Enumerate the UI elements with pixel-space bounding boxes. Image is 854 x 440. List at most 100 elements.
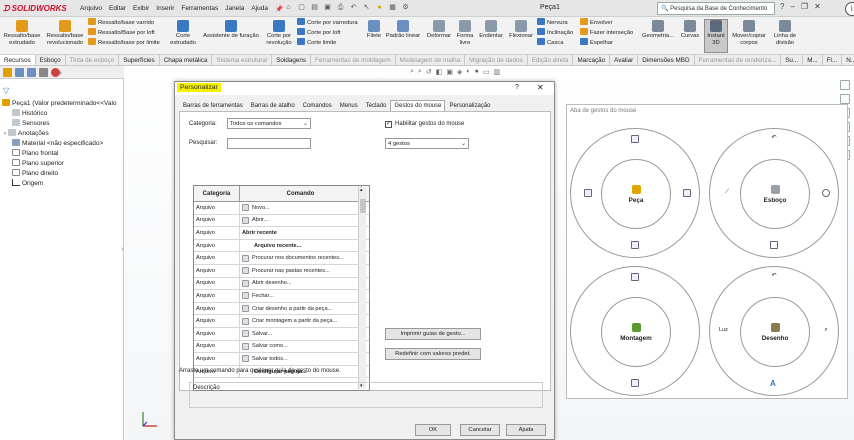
- move-copy-bodies-button[interactable]: Mover/copiar corpos: [729, 20, 769, 47]
- rebuild-icon[interactable]: ●: [375, 3, 384, 12]
- menu-janela[interactable]: Janela: [225, 5, 244, 12]
- tab-10[interactable]: Edição direta: [528, 55, 574, 65]
- restore-icon[interactable]: ❐: [801, 2, 808, 16]
- shell-button[interactable]: Casca: [537, 38, 573, 48]
- linear-pattern-button[interactable]: Padrão linear: [385, 20, 421, 40]
- menu-arquivo[interactable]: Arquivo: [80, 5, 102, 12]
- tab-6[interactable]: Soldagens: [272, 55, 311, 65]
- appearance-icon[interactable]: ●: [475, 68, 479, 76]
- section-view-icon[interactable]: ◧: [436, 68, 443, 76]
- row-command[interactable]: Salvar como...: [240, 340, 362, 353]
- row-command[interactable]: Procurar nos documentos recentes...: [240, 252, 362, 264]
- task-pane-home-icon[interactable]: [840, 80, 850, 90]
- split-line-button[interactable]: Linha de divisão: [770, 20, 800, 47]
- options-icon[interactable]: ⚙: [401, 3, 410, 12]
- hide-show-icon[interactable]: ◐: [466, 68, 470, 76]
- table-scrollbar[interactable]: ▴ ▾: [358, 187, 366, 389]
- revolve-boss-button[interactable]: Ressalto/base revolucionado: [44, 20, 86, 47]
- help-icon[interactable]: ?: [780, 2, 784, 16]
- extrude-boss-button[interactable]: Ressalto/base extrudado: [2, 20, 42, 47]
- tab-2[interactable]: Tinta de esboço: [66, 55, 120, 65]
- table-row[interactable]: Arquivo Abrir recente: [194, 227, 369, 240]
- pin-icon[interactable]: 📌: [275, 5, 283, 13]
- rectangle-icon[interactable]: [770, 241, 778, 249]
- tab-17[interactable]: Fl...: [823, 55, 843, 65]
- line-icon[interactable]: ⟋: [723, 189, 731, 197]
- ok-button[interactable]: OK: [415, 424, 451, 436]
- boundary-boss-button[interactable]: Ressalto/base por limite: [88, 38, 160, 48]
- cancel-button[interactable]: Cancelar: [460, 424, 500, 436]
- tree-item-annotations[interactable]: › Anotações: [4, 129, 49, 137]
- gesture-bottom-icon[interactable]: [631, 241, 639, 249]
- scroll-up-icon[interactable]: ▴: [360, 187, 363, 193]
- task-pane-resources-icon[interactable]: [840, 94, 850, 104]
- expand-arrow-icon[interactable]: ›: [4, 131, 6, 137]
- tab-4[interactable]: Chapa metálica: [160, 55, 213, 65]
- tree-item-sensors[interactable]: Sensores: [12, 119, 49, 127]
- gesture-count-select[interactable]: 4 gestos ⌄: [385, 138, 469, 149]
- loft-boss-button[interactable]: Ressalto/Base por loft: [88, 28, 160, 38]
- tab-7[interactable]: Ferramentas de moldagem: [311, 55, 396, 65]
- table-row[interactable]: Arquivo Procurar nas pastas recentes...: [194, 264, 369, 278]
- tab-12[interactable]: Avaliar: [610, 55, 639, 65]
- file-properties-icon[interactable]: ▦: [388, 3, 397, 12]
- tab-13[interactable]: Dimensões MBD: [638, 55, 695, 65]
- gesture-top-icon[interactable]: [631, 135, 639, 143]
- table-row[interactable]: Arquivo Abrir desenho...: [194, 277, 369, 291]
- table-row[interactable]: Arquivo Salvar...: [194, 327, 369, 341]
- rotate-view-icon[interactable]: ↶: [770, 273, 778, 281]
- panel-splitter[interactable]: ›: [121, 246, 123, 253]
- tab-0[interactable]: Recursos: [0, 55, 36, 65]
- gesture-bottom-icon[interactable]: [631, 379, 639, 387]
- tab-11[interactable]: Marcação: [573, 55, 611, 65]
- command-search-input[interactable]: [227, 138, 311, 149]
- swept-boss-button[interactable]: Ressalto/base varrido: [88, 18, 160, 28]
- dimxpert-tab-icon[interactable]: [39, 68, 48, 77]
- row-command[interactable]: Salvar todos...: [240, 353, 362, 365]
- tab-3[interactable]: Superfícies: [119, 55, 160, 65]
- table-row[interactable]: Arquivo Procurar nos documentos recentes.…: [194, 252, 369, 265]
- rib-button[interactable]: Nervura: [537, 18, 573, 28]
- select-icon[interactable]: ↖: [362, 3, 371, 12]
- gesture-left-icon[interactable]: [584, 189, 592, 197]
- reset-defaults-button[interactable]: Redefinir com valores predet.: [385, 348, 481, 360]
- tree-item-history[interactable]: Histórico: [12, 109, 47, 117]
- row-command[interactable]: Criar montagem a partir da peça...: [240, 315, 362, 327]
- hole-wizard-button[interactable]: Assistente de furação: [202, 20, 260, 40]
- boundary-cut-button[interactable]: Corte limite: [297, 38, 358, 48]
- loft-cut-button[interactable]: Corte por loft: [297, 28, 358, 38]
- gesture-right-icon[interactable]: [683, 189, 691, 197]
- view-settings-icon[interactable]: ▥: [493, 68, 500, 76]
- tree-item-right-plane[interactable]: Plano direito: [12, 169, 58, 177]
- info-badge-icon[interactable]: i: [844, 2, 854, 16]
- row-command[interactable]: Criar desenho a partir da peça...: [240, 302, 362, 315]
- zoom-area-icon[interactable]: ⌕: [418, 68, 422, 76]
- row-command[interactable]: Procurar nas pastas recentes...: [240, 264, 362, 277]
- table-row[interactable]: Arquivo Novo...: [194, 202, 369, 215]
- wrap-button[interactable]: Envolver: [580, 18, 633, 28]
- tree-item-material[interactable]: Material <não especificado>: [12, 139, 103, 147]
- row-command[interactable]: Fechar...: [240, 290, 362, 302]
- row-command[interactable]: Abrir desenho...: [240, 277, 362, 290]
- table-row[interactable]: Arquivo Arquivo recente...: [194, 239, 369, 253]
- tab-18[interactable]: N...: [842, 55, 854, 65]
- tab-8[interactable]: Modelagem de malha: [396, 55, 466, 65]
- print-gesture-guides-button[interactable]: Imprimir guias de gesto...: [385, 328, 481, 340]
- menu-inserir[interactable]: Inserir: [156, 5, 174, 12]
- row-command[interactable]: Abrir...: [240, 214, 362, 227]
- table-row[interactable]: Arquivo Criar montagem a partir da peça..…: [194, 315, 369, 328]
- help-button[interactable]: Ajuda: [506, 424, 546, 436]
- tree-item-origin[interactable]: Origem: [12, 179, 43, 187]
- filter-icon[interactable]: ▽: [3, 86, 9, 95]
- dialog-close-icon[interactable]: ✕: [537, 83, 544, 92]
- category-select[interactable]: Todos os comandos ⌄: [227, 118, 311, 129]
- open-icon[interactable]: ▤: [310, 3, 319, 12]
- property-manager-tab-icon[interactable]: [15, 68, 24, 77]
- reference-geometry-button[interactable]: Geometria...: [640, 20, 676, 40]
- table-row[interactable]: Arquivo Salvar todos...: [194, 353, 369, 366]
- table-row[interactable]: Arquivo Abrir...: [194, 214, 369, 228]
- dialog-help-icon[interactable]: ?: [515, 84, 519, 91]
- table-row[interactable]: Arquivo Criar desenho a partir da peça...: [194, 302, 369, 316]
- note-text-icon[interactable]: A: [770, 379, 776, 388]
- knowledge-base-search[interactable]: 🔍 Pesquisa da Base de Conhecimento: [657, 2, 775, 15]
